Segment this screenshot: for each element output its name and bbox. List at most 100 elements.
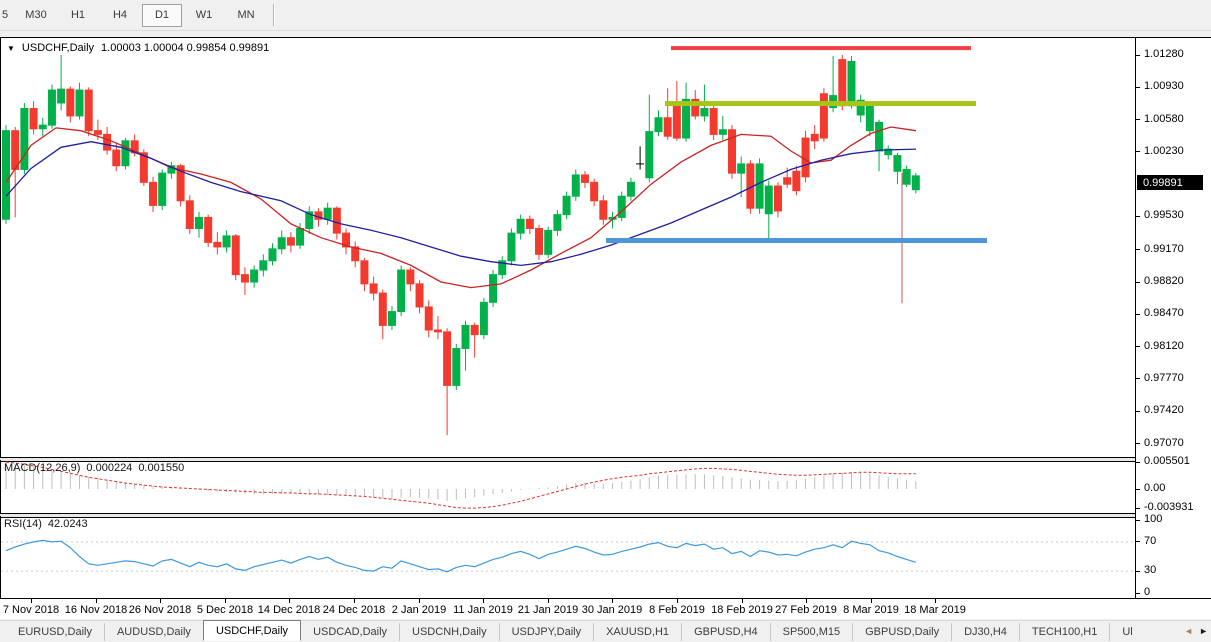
date-tick: [419, 599, 420, 603]
axis-tick: [1136, 119, 1140, 120]
rsi-axis-label: 30: [1144, 564, 1156, 576]
tab-eurusd-daily[interactable]: EURUSD,Daily: [6, 623, 104, 641]
trading-terminal-window: 5 M30 H1 H4 D1 W1 MN ▼ USDCHF,Daily 1.00…: [0, 0, 1211, 642]
date-axis-label: 16 Nov 2018: [65, 604, 127, 616]
date-tick: [225, 599, 226, 603]
chart-window: ▼ USDCHF,Daily 1.00003 1.00004 0.99854 0…: [0, 37, 1211, 619]
axis-tick: [1136, 571, 1140, 572]
date-axis-label: 2 Jan 2019: [392, 604, 446, 616]
hline-resistance-upper: [671, 46, 971, 50]
price-panel-canvas[interactable]: [1, 38, 1136, 457]
axis-tick: [1136, 55, 1140, 56]
price-axis-label: 1.00230: [1144, 145, 1184, 157]
tab-xauusd-h1[interactable]: XAUUSD,H1: [593, 623, 681, 641]
timeframe-toolbar: 5 M30 H1 H4 D1 W1 MN: [0, 0, 1211, 31]
axis-tick: [1136, 249, 1140, 250]
axis-tick: [1136, 282, 1140, 283]
date-tick: [806, 599, 807, 603]
axis-tick: [1136, 508, 1140, 509]
date-tick: [548, 599, 549, 603]
chart-dropdown-icon[interactable]: ▼: [7, 44, 15, 53]
date-axis-label: 8 Mar 2019: [843, 604, 899, 616]
rsi-axis-label: 0: [1144, 586, 1150, 598]
date-tick: [871, 599, 872, 603]
chart-ohlc-values: 1.00003 1.00004 0.99854 0.99891: [101, 42, 269, 54]
date-tick: [354, 599, 355, 603]
macd-value-main: 0.000224: [86, 462, 132, 474]
tab-gbpusd-daily[interactable]: GBPUSD,Daily: [852, 623, 951, 641]
date-tick: [483, 599, 484, 603]
rsi-panel-canvas[interactable]: [1, 516, 1136, 598]
chart-symbol-label: USDCHF,Daily: [22, 42, 94, 54]
macd-axis-label: -0.003931: [1144, 501, 1194, 513]
current-price-badge: 0.99891: [1137, 175, 1203, 190]
candles: [3, 55, 920, 435]
tab-audusd-daily[interactable]: AUDUSD,Daily: [104, 623, 203, 641]
rsi-indicator-label: RSI(14) 42.0243: [4, 518, 88, 530]
timeframe-button-m5[interactable]: 5: [0, 4, 14, 27]
date-axis-label: 21 Jan 2019: [518, 604, 579, 616]
price-axis-label: 0.97420: [1144, 404, 1184, 416]
date-tick: [677, 599, 678, 603]
price-axis-label: 0.98120: [1144, 340, 1184, 352]
price-axis-label: 1.00930: [1144, 80, 1184, 92]
date-axis-label: 18 Feb 2019: [711, 604, 773, 616]
tab-ul-partial[interactable]: Ul: [1109, 623, 1144, 641]
tab-usdcnh-daily[interactable]: USDCNH,Daily: [399, 623, 499, 641]
price-chart-area[interactable]: [0, 38, 1136, 457]
macd-value-signal: 0.001550: [138, 462, 184, 474]
tab-usdcad-daily[interactable]: USDCAD,Daily: [301, 623, 399, 641]
date-axis[interactable]: 7 Nov 201816 Nov 201826 Nov 20185 Dec 20…: [0, 599, 1135, 619]
macd-name: MACD(12,26,9): [4, 462, 80, 474]
date-axis-label: 24 Dec 2018: [323, 604, 385, 616]
axis-tick: [1136, 314, 1140, 315]
date-axis-label: 11 Jan 2019: [453, 604, 513, 616]
rsi-axis-label: 70: [1144, 535, 1156, 547]
chart-tab-bar: EURUSD,Daily AUDUSD,Daily USDCHF,Daily U…: [0, 620, 1211, 642]
date-tick: [160, 599, 161, 603]
tab-usdchf-daily[interactable]: USDCHF,Daily: [203, 620, 301, 641]
timeframe-button-m30[interactable]: M30: [16, 4, 56, 27]
chart-title: ▼ USDCHF,Daily 1.00003 1.00004 0.99854 0…: [7, 42, 269, 54]
date-axis-label: 14 Dec 2018: [258, 604, 320, 616]
date-axis-label: 8 Feb 2019: [649, 604, 705, 616]
tab-sp500-m15[interactable]: SP500,M15: [770, 623, 852, 641]
price-axis-label: 0.97770: [1144, 372, 1184, 384]
date-tick: [289, 599, 290, 603]
tab-scroll-right-icon[interactable]: ►: [1199, 624, 1208, 638]
rsi-panel-area[interactable]: [0, 516, 1136, 598]
date-axis-label: 30 Jan 2019: [582, 604, 643, 616]
timeframe-button-w1[interactable]: W1: [184, 4, 224, 27]
price-axis-label: 1.00580: [1144, 113, 1184, 125]
date-tick: [96, 599, 97, 603]
price-scale[interactable]: 0.99891 1.012801.009301.005801.002300.99…: [1136, 38, 1211, 598]
date-tick: [31, 599, 32, 603]
date-axis-label: 26 Nov 2018: [129, 604, 191, 616]
date-axis-label: 5 Dec 2018: [197, 604, 253, 616]
macd-indicator-label: MACD(12,26,9) 0.000224 0.001550: [4, 462, 184, 474]
macd-axis-label: 0.00: [1144, 482, 1165, 494]
axis-tick: [1136, 443, 1140, 444]
timeframe-button-d1[interactable]: D1: [142, 4, 182, 27]
date-tick: [742, 599, 743, 603]
date-tick: [612, 599, 613, 603]
tab-scroll-left-icon[interactable]: ◄: [1184, 624, 1193, 638]
timeframe-button-mn[interactable]: MN: [226, 4, 266, 27]
price-axis-label: 1.01280: [1144, 48, 1184, 60]
toolbar-separator: [273, 4, 275, 26]
tab-gbpusd-h4[interactable]: GBPUSD,H4: [681, 623, 770, 641]
hline-resistance-mid: [665, 101, 976, 106]
axis-tick: [1136, 87, 1140, 88]
axis-tick: [1136, 520, 1140, 521]
date-axis-label: 18 Mar 2019: [904, 604, 966, 616]
axis-tick: [1136, 411, 1140, 412]
tab-dj30-h4[interactable]: DJ30,H4: [951, 623, 1019, 641]
axis-tick: [1136, 216, 1140, 217]
tab-usdjpy-daily[interactable]: USDJPY,Daily: [499, 623, 594, 641]
timeframe-button-h1[interactable]: H1: [58, 4, 98, 27]
axis-tick: [1136, 489, 1140, 490]
tab-tech100-h1[interactable]: TECH100,H1: [1019, 623, 1109, 641]
axis-tick: [1136, 593, 1140, 594]
timeframe-button-h4[interactable]: H4: [100, 4, 140, 27]
rsi-axis-label: 100: [1144, 513, 1162, 525]
